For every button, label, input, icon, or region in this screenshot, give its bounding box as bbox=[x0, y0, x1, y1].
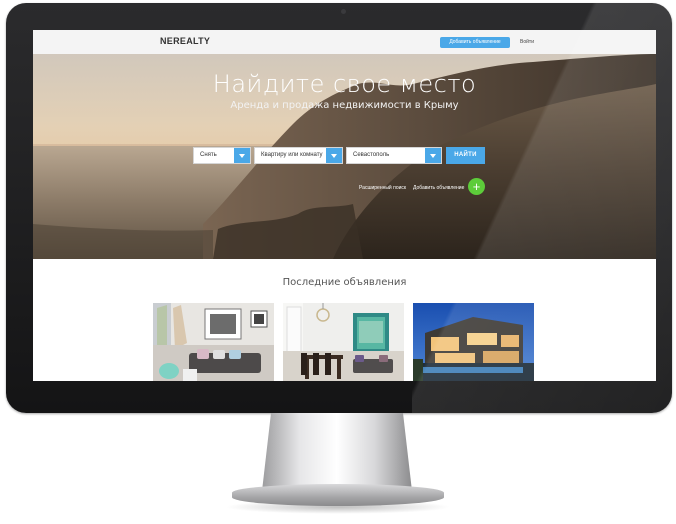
site-logo[interactable]: NEREALTY bbox=[160, 36, 210, 46]
city-value: Севастополь bbox=[353, 152, 390, 158]
login-link[interactable]: Войти bbox=[520, 37, 534, 48]
monitor-stand-base bbox=[232, 484, 444, 506]
add-listing-link[interactable]: Добавить объявление bbox=[413, 185, 464, 191]
chevron-down-icon bbox=[234, 148, 250, 163]
monitor-stand-neck bbox=[262, 413, 412, 491]
property-type-select[interactable]: Квартиру или комнату bbox=[254, 147, 343, 164]
hero-title: Найдите свое место bbox=[212, 70, 477, 98]
chevron-down-icon bbox=[326, 148, 342, 163]
find-button[interactable]: НАЙТИ bbox=[446, 147, 485, 164]
listing-image-1 bbox=[153, 303, 274, 381]
listing-image-2 bbox=[283, 303, 404, 381]
browser-screen: NEREALTY Добавить объявление Войти Найди… bbox=[33, 30, 656, 381]
camera-icon bbox=[341, 9, 346, 14]
deal-type-select[interactable]: Снять bbox=[193, 147, 251, 164]
plus-icon[interactable]: + bbox=[468, 178, 485, 195]
hero-subtitle: Аренда и продажа недвижимости в Крыму bbox=[230, 100, 459, 111]
hero-section: Найдите свое место Аренда и продажа недв… bbox=[33, 54, 656, 259]
monitor-bezel: NEREALTY Добавить объявление Войти Найди… bbox=[6, 3, 672, 413]
listing-card-2[interactable] bbox=[283, 303, 404, 381]
listing-image-3 bbox=[413, 303, 534, 381]
navbar: NEREALTY Добавить объявление Войти bbox=[33, 30, 656, 54]
chevron-down-icon bbox=[425, 148, 441, 163]
latest-listings-title: Последние объявления bbox=[282, 277, 407, 288]
listing-card-3[interactable] bbox=[413, 303, 534, 381]
advanced-search-link[interactable]: Расширенный поиск bbox=[359, 185, 406, 191]
property-type-value: Квартиру или комнату bbox=[261, 152, 323, 158]
city-select[interactable]: Севастополь bbox=[346, 147, 442, 164]
deal-type-value: Снять bbox=[200, 152, 217, 158]
add-listing-button[interactable]: Добавить объявление bbox=[440, 37, 510, 48]
listing-card-1[interactable] bbox=[153, 303, 274, 381]
